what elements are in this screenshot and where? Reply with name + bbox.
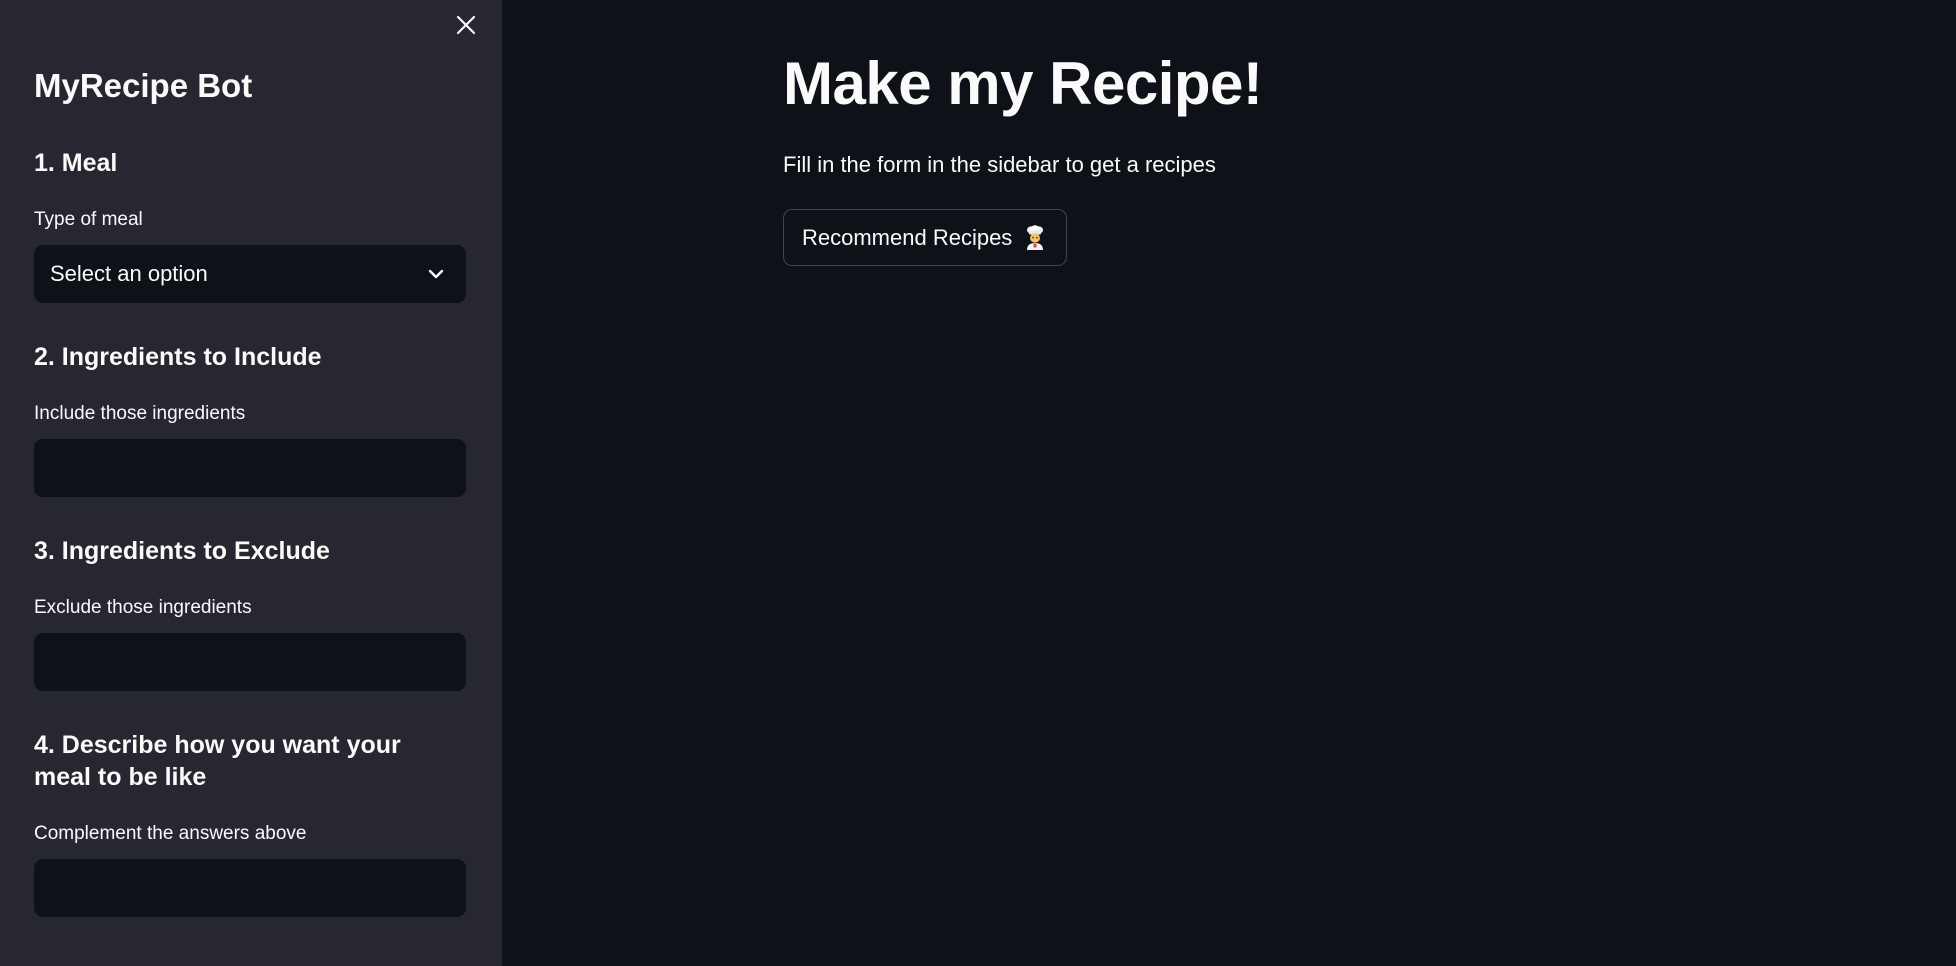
complement-answers-input[interactable] xyxy=(34,859,466,917)
section-heading-meal: 1. Meal xyxy=(34,149,118,177)
recommend-recipes-label: Recommend Recipes xyxy=(802,224,1013,250)
sidebar-close-button[interactable] xyxy=(452,11,480,39)
include-ingredients-input[interactable] xyxy=(34,439,466,497)
exclude-ingredients-label: Exclude those ingredients xyxy=(34,597,252,618)
section-heading-describe: 4. Describe how you want your meal to be… xyxy=(34,731,401,791)
meal-type-select[interactable]: Select an option xyxy=(34,245,466,303)
section-heading-exclude: 3. Ingredients to Exclude xyxy=(34,537,330,565)
close-icon xyxy=(456,15,476,35)
meal-type-selected-value: Select an option xyxy=(50,261,208,286)
include-ingredients-label: Include those ingredients xyxy=(34,403,246,424)
page-title: Make my Recipe! xyxy=(783,50,1263,117)
meal-type-label: Type of meal xyxy=(34,209,143,230)
complement-answers-label: Complement the answers above xyxy=(34,823,307,844)
chef-icon xyxy=(1027,224,1044,250)
exclude-ingredients-input[interactable] xyxy=(34,633,466,691)
app-root: MyRecipe Bot 1. Meal Type of meal Select… xyxy=(0,0,1956,966)
recommend-recipes-button[interactable]: Recommend Recipes xyxy=(783,209,1068,266)
app-title: MyRecipe Bot xyxy=(34,67,253,104)
chevron-down-icon xyxy=(428,269,444,279)
sidebar: MyRecipe Bot 1. Meal Type of meal Select… xyxy=(0,0,502,966)
section-heading-include: 2. Ingredients to Include xyxy=(34,343,322,371)
page-subtitle: Fill in the form in the sidebar to get a… xyxy=(783,152,1216,177)
